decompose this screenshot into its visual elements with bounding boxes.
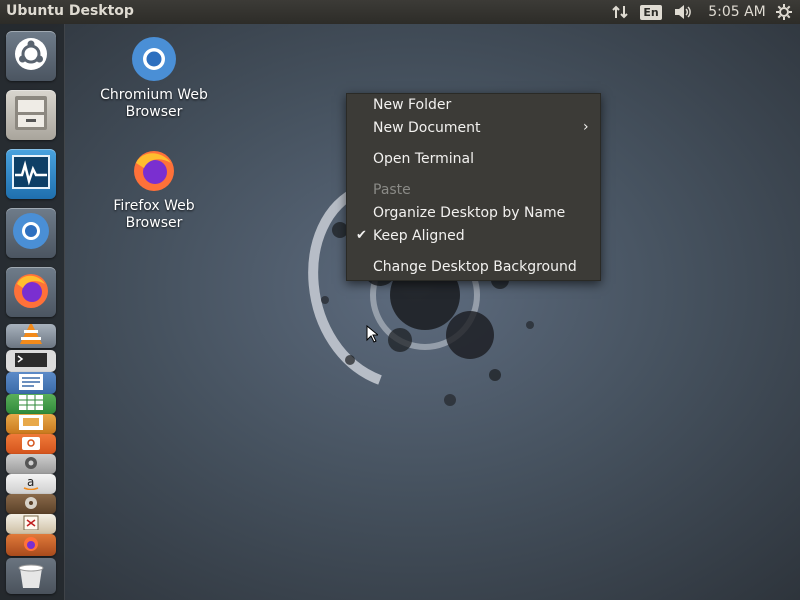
svg-text:a: a <box>27 475 34 489</box>
desktop-icon-chromium[interactable]: Chromium Web Browser <box>94 36 214 121</box>
settings-launcher[interactable] <box>6 454 56 474</box>
music-icon <box>16 494 46 514</box>
system-monitor-launcher[interactable] <box>6 149 56 199</box>
amazon-launcher[interactable]: a <box>6 474 56 494</box>
desktop-icon-label: Chromium Web <box>100 87 208 103</box>
firefox-icon <box>131 151 177 197</box>
panel-title[interactable]: Ubuntu Desktop <box>6 3 134 19</box>
system-gear-icon[interactable] <box>772 2 796 22</box>
vlc-cone-icon <box>16 324 46 348</box>
terminal-launcher[interactable] <box>6 350 56 372</box>
calc-launcher[interactable] <box>6 394 56 414</box>
desktop-icon-label: Browser <box>125 104 183 120</box>
menu-item-label: Organize Desktop by Name <box>373 205 566 221</box>
menu-item-keep-aligned[interactable]: ✔ Keep Aligned <box>347 226 600 248</box>
trash-launcher[interactable] <box>6 558 56 594</box>
mahjongg-launcher[interactable] <box>6 514 56 534</box>
trash-icon <box>14 560 48 594</box>
vlc-launcher[interactable] <box>6 324 56 348</box>
menu-item-new-document[interactable]: New Document › <box>347 118 600 140</box>
menu-item-paste: Paste <box>347 180 600 202</box>
impress-launcher[interactable] <box>6 414 56 434</box>
desktop-context-menu: New Folder New Document › Open Terminal … <box>346 93 601 281</box>
spreadsheet-icon <box>16 394 46 414</box>
firefox-icon <box>11 270 51 314</box>
mouse-pointer-icon <box>366 324 380 347</box>
file-cabinet-icon <box>13 94 49 136</box>
firefox-stack-launcher[interactable] <box>6 534 56 556</box>
clock[interactable]: 5:05 AM <box>707 2 767 22</box>
menu-item-label: Open Terminal <box>373 151 475 167</box>
menu-item-label: Paste <box>373 182 411 198</box>
menu-item-label: New Folder <box>373 97 452 113</box>
desktop-icon-label: Browser <box>125 215 183 231</box>
desktop-icon-firefox[interactable]: Firefox Web Browser <box>94 147 214 232</box>
launcher: a <box>0 24 65 600</box>
chromium-icon <box>11 211 51 255</box>
rhythmbox-launcher[interactable] <box>6 494 56 514</box>
firefox-small-icon <box>16 534 46 556</box>
software-bag-icon <box>16 434 46 454</box>
system-monitor-icon <box>12 155 50 193</box>
chromium-launcher[interactable] <box>6 208 56 258</box>
menu-item-new-folder[interactable]: New Folder <box>347 95 600 117</box>
keyboard-language-icon[interactable]: En <box>640 2 662 22</box>
volume-icon[interactable] <box>671 2 695 22</box>
menu-item-label: Keep Aligned <box>373 228 465 244</box>
document-icon <box>16 372 46 394</box>
writer-launcher[interactable] <box>6 372 56 394</box>
settings-icon <box>16 454 46 474</box>
menu-item-label: Change Desktop Background <box>373 259 577 275</box>
files-launcher[interactable] <box>6 90 56 140</box>
game-tile-icon <box>16 514 46 534</box>
menu-item-change-background[interactable]: Change Desktop Background <box>347 257 600 279</box>
top-panel: Ubuntu Desktop En 5:05 AM <box>0 0 800 24</box>
checkmark-icon: ✔ <box>356 228 367 243</box>
network-transfer-icon[interactable] <box>609 2 631 22</box>
firefox-launcher[interactable] <box>6 267 56 317</box>
desktop-icon-label: Firefox Web <box>113 198 195 214</box>
amazon-icon: a <box>16 474 46 494</box>
language-indicator[interactable]: En <box>640 4 662 20</box>
presentation-icon <box>16 414 46 434</box>
chromium-icon <box>131 37 177 86</box>
terminal-icon <box>14 352 48 372</box>
ubuntu-logo-icon <box>14 37 48 75</box>
submenu-arrow-icon: › <box>583 119 589 135</box>
ubuntu-dash-button[interactable] <box>6 31 56 81</box>
menu-item-organize-by-name[interactable]: Organize Desktop by Name <box>347 203 600 225</box>
ubuntu-software-launcher[interactable] <box>6 434 56 454</box>
menu-item-label: New Document <box>373 120 481 136</box>
menu-item-open-terminal[interactable]: Open Terminal <box>347 149 600 171</box>
